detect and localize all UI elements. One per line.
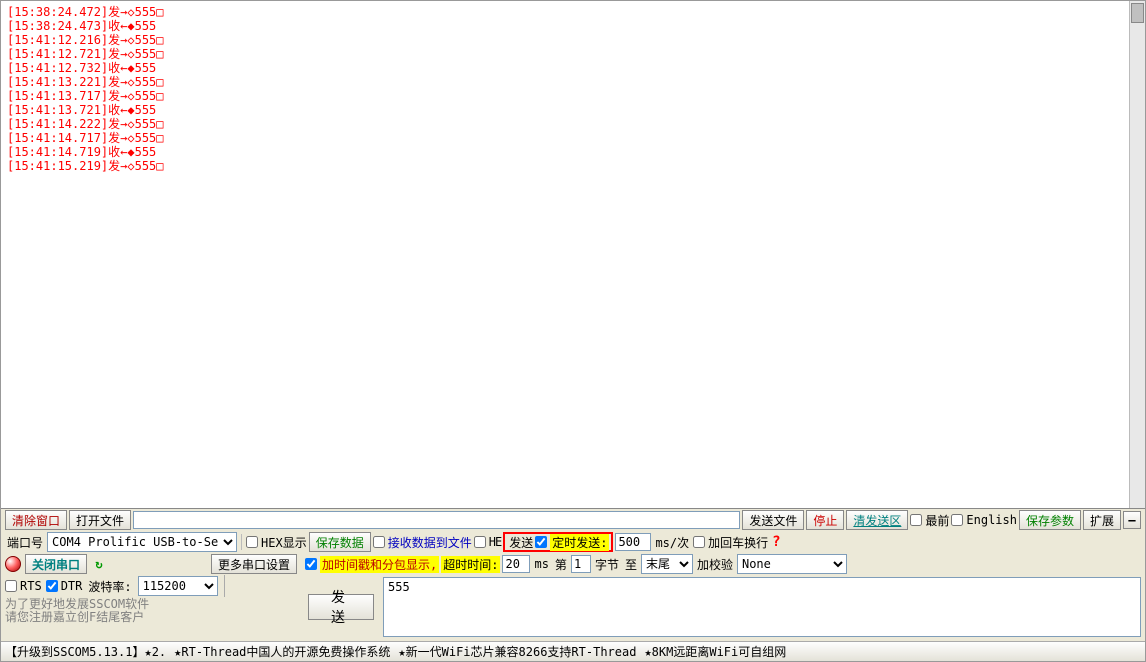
status-bar: 【升级到SSCOM5.13.1】★2. ★RT-Thread中国人的开源免费操作… — [1, 641, 1145, 661]
rts-checkbox[interactable]: RTS — [5, 579, 42, 593]
nth-input[interactable] — [571, 555, 591, 573]
expand-button[interactable]: 扩展 — [1083, 510, 1121, 530]
file-path-input[interactable] — [133, 511, 740, 529]
status-8km[interactable]: ★8KM远距离WiFi可自组网 — [644, 643, 786, 660]
send-button[interactable]: 发 送 — [308, 594, 374, 620]
timed-send-checkbox[interactable]: 定时发送: — [535, 534, 609, 551]
record-icon — [5, 556, 21, 572]
status-upgrade[interactable]: 【升级到SSCOM5.13.1】★2. — [5, 643, 166, 660]
period-unit: ms/次 — [653, 534, 691, 551]
send-textarea[interactable] — [383, 577, 1141, 637]
timeout-unit: ms — [532, 557, 550, 571]
to-label: 至 — [623, 556, 639, 573]
hex-display-checkbox[interactable]: HEX显示 — [246, 534, 307, 551]
app-window: [15:38:24.472]发→◇555□ [15:38:24.473]收←◆5… — [0, 0, 1146, 662]
reload-icon[interactable]: ↻ — [91, 556, 107, 572]
baud-label: 波特率: — [86, 578, 133, 595]
timestamp-row: 加时间戳和分包显示, 超时时间: ms 第 字节 至 末尾 加校验 None — [301, 553, 1145, 575]
status-wifi[interactable]: ★新一代WiFi芯片兼容8266支持RT-Thread — [398, 643, 636, 660]
more-settings-button[interactable]: 更多串口设置 — [211, 554, 297, 574]
collapse-button[interactable]: — — [1123, 511, 1141, 529]
toolbar-row-2: 端口号 COM4 Prolific USB-to-Seria HEX显示 保存数… — [1, 531, 1145, 553]
port-label: 端口号 — [5, 534, 45, 551]
left-column: 关闭串口 ↻ 更多串口设置 RTS DTR 波特率: 115200 为了更好地发… — [1, 553, 301, 639]
add-checksum-label: 加校验 — [695, 556, 735, 573]
timestamp-checkbox[interactable]: 加时间戳和分包显示, — [305, 556, 439, 573]
hex-send-checkbox[interactable]: HE — [474, 535, 501, 549]
port-combo[interactable]: COM4 Prolific USB-to-Seria — [47, 532, 237, 552]
send-file-button[interactable]: 发送文件 — [742, 510, 804, 530]
stop-button[interactable]: 停止 — [806, 510, 844, 530]
promo-note: 为了更好地发展SSCOM软件 请您注册嘉立创F结尾客户 — [1, 597, 301, 625]
end-combo[interactable]: 末尾 — [641, 554, 693, 574]
save-data-button[interactable]: 保存数据 — [309, 532, 371, 552]
serial-log[interactable]: [15:38:24.472]发→◇555□ [15:38:24.473]收←◆5… — [1, 1, 1145, 508]
scrollbar-vertical[interactable] — [1129, 1, 1145, 508]
help-icon[interactable]: ? — [770, 534, 780, 550]
append-crlf-checkbox[interactable]: 加回车换行 — [693, 534, 768, 551]
send-period-input[interactable] — [615, 533, 651, 551]
clear-window-button[interactable]: 清除窗口 — [5, 510, 67, 530]
highlight-timed-send: 发送 定时发送: — [503, 532, 613, 552]
english-checkbox[interactable]: English — [951, 513, 1017, 527]
close-port-button[interactable]: 关闭串口 — [25, 554, 87, 574]
toolbar-row-3: 关闭串口 ↻ 更多串口设置 — [1, 553, 301, 575]
baud-combo[interactable]: 115200 — [138, 576, 218, 596]
toolbar-row-1: 清除窗口 打开文件 发送文件 停止 清发送区 最前 English 保存参数 扩… — [1, 509, 1145, 531]
scrollbar-thumb[interactable] — [1131, 3, 1144, 23]
control-panel: 清除窗口 打开文件 发送文件 停止 清发送区 最前 English 保存参数 扩… — [1, 508, 1145, 641]
checksum-combo[interactable]: None — [737, 554, 847, 574]
recv-to-file-checkbox[interactable]: 接收数据到文件 — [373, 534, 472, 551]
open-file-button[interactable]: 打开文件 — [69, 510, 131, 530]
toolbar-row-4: RTS DTR 波特率: 115200 — [1, 575, 301, 597]
dtr-checkbox[interactable]: DTR — [46, 579, 83, 593]
nth-label: 第 — [553, 556, 569, 573]
send-word: 发送 — [507, 534, 535, 551]
save-params-button[interactable]: 保存参数 — [1019, 510, 1081, 530]
timeout-label: 超时时间: — [441, 556, 500, 573]
status-rtthread[interactable]: ★RT-Thread中国人的开源免费操作系统 — [174, 643, 390, 660]
byte-label: 字节 — [593, 556, 621, 573]
timeout-input[interactable] — [502, 555, 530, 573]
topmost-checkbox[interactable]: 最前 — [910, 512, 949, 529]
clear-send-area-button[interactable]: 清发送区 — [846, 510, 908, 530]
